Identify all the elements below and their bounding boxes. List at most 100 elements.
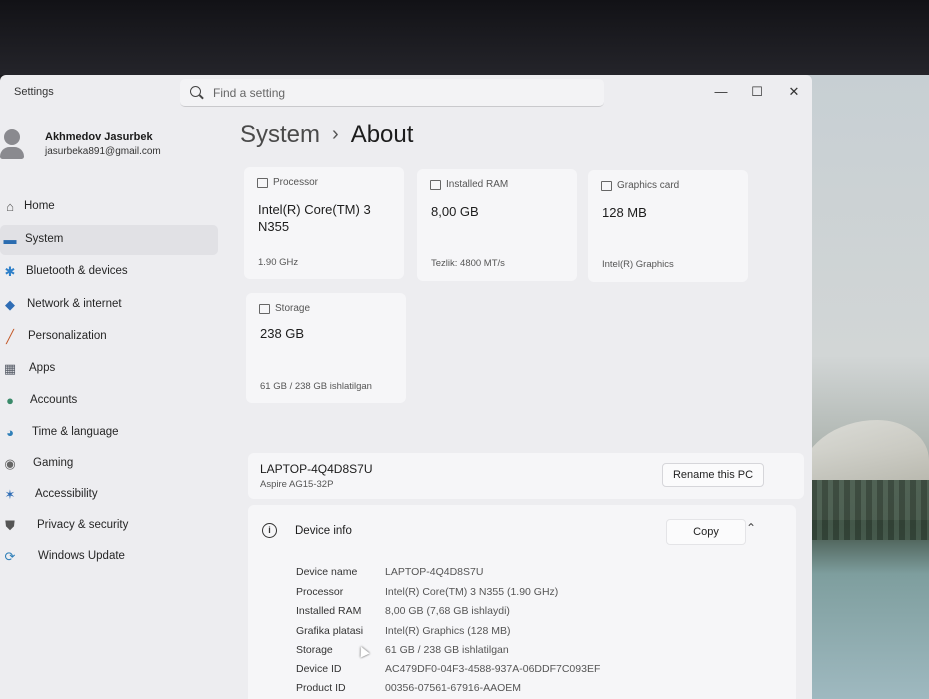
- card-value: Intel(R) Core(TM) 3 N355: [258, 201, 371, 235]
- sidebar-item-label: Home: [24, 200, 55, 212]
- page-title: About: [350, 121, 414, 148]
- graphics-card-icon: [601, 181, 612, 191]
- sidebar-item-label: Personalization: [28, 330, 107, 342]
- storage-card: Storage 238 GB 61 GB / 238 GB ishlatilga…: [246, 293, 406, 403]
- globe-clock-icon: ◕: [6, 425, 14, 440]
- bluetooth-icon: ✱: [4, 264, 16, 279]
- avatar-body: [0, 147, 24, 159]
- card-subtext: 61 GB / 238 GB ishlatilgan: [260, 381, 372, 392]
- spec-label: Storage: [296, 644, 333, 656]
- sidebar-item-home[interactable]: ⌂ Home: [0, 192, 218, 222]
- spec-value: 8,00 GB (7,68 GB ishlaydi): [385, 605, 510, 617]
- breadcrumb-separator: ›: [332, 123, 339, 145]
- spec-label: Device name: [296, 566, 358, 578]
- spec-value: Intel(R) Graphics (128 MB): [385, 625, 511, 637]
- sidebar-item-bluetooth[interactable]: ✱ Bluetooth & devices: [0, 257, 218, 287]
- pc-name: LAPTOP-4Q4D8S7U: [260, 462, 373, 476]
- sidebar-item-system[interactable]: ▬ System: [0, 225, 218, 255]
- processor-icon: [257, 178, 268, 188]
- sidebar-item-gaming[interactable]: ◉ Gaming: [0, 449, 218, 479]
- card-title: Storage: [275, 303, 311, 314]
- minimize-button[interactable]: —: [706, 81, 736, 103]
- sidebar-item-label: System: [25, 233, 64, 245]
- sidebar-item-label: Apps: [29, 362, 56, 374]
- spec-value: Intel(R) Core(TM) 3 N355 (1.90 GHz): [385, 586, 559, 598]
- avatar: [0, 129, 26, 161]
- search-input[interactable]: [213, 84, 573, 102]
- screen-bezel: [0, 0, 929, 75]
- spec-label: Grafika platasi: [296, 625, 364, 637]
- card-value: 8,00 GB: [431, 204, 479, 219]
- pc-name-panel: LAPTOP-4Q4D8S7U Aspire AG15-32P Rename t…: [248, 453, 804, 499]
- spec-label: Device ID: [296, 663, 342, 675]
- card-subtext: 1.90 GHz: [258, 257, 299, 268]
- sidebar-item-label: Privacy & security: [37, 519, 129, 531]
- gamepad-icon: ◉: [4, 456, 16, 471]
- sidebar-item-label: Accounts: [30, 394, 78, 406]
- maximize-button[interactable]: ☐: [742, 81, 772, 103]
- spec-value: 61 GB / 238 GB ishlatilgan: [385, 644, 509, 656]
- ram-card: Installed RAM 8,00 GB Tezlik: 4800 MT/s: [417, 169, 577, 281]
- card-subtext: Intel(R) Graphics: [602, 259, 674, 270]
- chevron-up-icon[interactable]: ⌃: [746, 521, 756, 535]
- sidebar-item-label: Accessibility: [35, 488, 98, 500]
- brush-icon: ╱: [6, 329, 14, 344]
- card-value: 128 MB: [602, 205, 647, 220]
- sidebar-item-accessibility[interactable]: ✶ Accessibility: [0, 480, 218, 510]
- user-email: jasurbeka891@gmail.com: [45, 146, 161, 157]
- apps-icon: ▦: [3, 361, 17, 376]
- search-icon: [190, 86, 201, 97]
- card-subtext: Tezlik: 4800 MT/s: [431, 258, 505, 269]
- user-name: Akhmedov Jasurbek: [45, 131, 153, 143]
- spec-value: 00356-07561-67916-AAOEM: [385, 682, 522, 694]
- card-value-line: Intel(R) Core(TM) 3: [258, 202, 371, 217]
- sidebar-item-personalization[interactable]: ╱ Personalization: [0, 322, 218, 352]
- processor-card: Processor Intel(R) Core(TM) 3 N355 1.90 …: [244, 167, 404, 279]
- accounts-icon: ●: [6, 393, 14, 408]
- pc-model: Aspire AG15-32P: [260, 479, 334, 490]
- system-icon: ▬: [3, 232, 17, 247]
- title-bar: Settings — ☐ ✕: [0, 75, 812, 111]
- sidebar-item-network[interactable]: ◆ Network & internet: [0, 290, 218, 320]
- card-title: Installed RAM: [446, 179, 509, 190]
- sidebar-item-label: Windows Update: [38, 550, 125, 562]
- app-title: Settings: [14, 86, 54, 98]
- shield-icon: ⛊: [5, 518, 15, 533]
- card-value: 238 GB: [260, 326, 305, 341]
- spec-value: AC479DF0-04F3-4588-937A-06DDF7C093EF: [385, 663, 601, 675]
- breadcrumb-parent[interactable]: System: [240, 121, 320, 148]
- avatar-head: [4, 129, 20, 145]
- settings-window: Settings — ☐ ✕ Akhmedov Jasurbek jasurbe…: [0, 75, 812, 699]
- wifi-icon: ◆: [5, 297, 15, 312]
- spec-value: LAPTOP-4Q4D8S7U: [385, 566, 484, 578]
- close-button[interactable]: ✕: [779, 81, 809, 103]
- update-icon: ⟳: [4, 549, 16, 564]
- sidebar-item-windows-update[interactable]: ⟳ Windows Update: [0, 542, 218, 572]
- device-info-panel: i Device info Copy ⌃ Device name LAPTOP-…: [248, 505, 796, 699]
- accessibility-icon: ✶: [4, 487, 16, 502]
- search-box[interactable]: [180, 79, 604, 107]
- sidebar-item-label: Bluetooth & devices: [26, 265, 128, 277]
- spec-label: Product ID: [296, 682, 346, 694]
- sidebar-item-label: Gaming: [33, 457, 74, 469]
- user-profile[interactable]: Akhmedov Jasurbek jasurbeka891@gmail.com: [0, 127, 230, 167]
- spec-label: Processor: [296, 586, 344, 598]
- rename-pc-button[interactable]: Rename this PC: [662, 463, 764, 487]
- card-value-line: N355: [258, 219, 290, 234]
- card-title: Processor: [273, 177, 319, 188]
- sidebar-item-label: Network & internet: [27, 298, 122, 310]
- breadcrumb: System › About: [240, 121, 413, 149]
- graphics-card: Graphics card 128 MB Intel(R) Graphics: [588, 170, 748, 282]
- sidebar-item-apps[interactable]: ▦ Apps: [0, 354, 218, 384]
- sidebar-item-accounts[interactable]: ● Accounts: [0, 386, 218, 416]
- sidebar-item-privacy[interactable]: ⛊ Privacy & security: [0, 511, 218, 541]
- ram-icon: [430, 180, 441, 190]
- storage-icon: [259, 304, 270, 314]
- info-icon: i: [262, 523, 277, 538]
- spec-label: Installed RAM: [296, 605, 362, 617]
- card-title: Graphics card: [617, 180, 680, 191]
- wallpaper-trees: [800, 480, 929, 540]
- sidebar-item-time-language[interactable]: ◕ Time & language: [0, 418, 218, 448]
- copy-button[interactable]: Copy: [666, 519, 746, 545]
- sidebar-item-label: Time & language: [32, 426, 119, 438]
